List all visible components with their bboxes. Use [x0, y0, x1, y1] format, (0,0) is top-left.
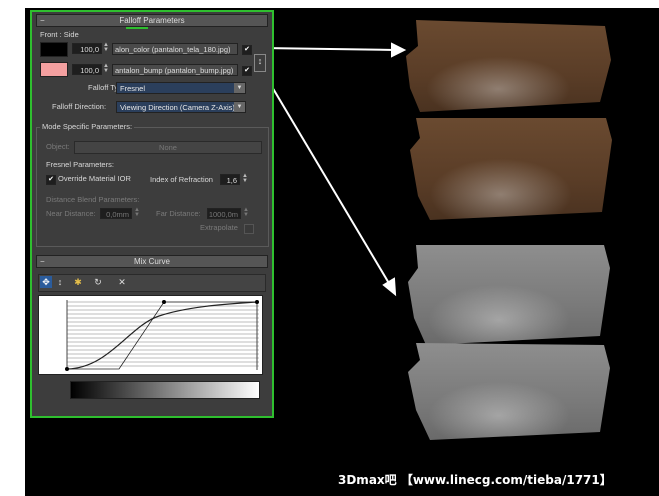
extrapolate-checkbox[interactable] — [244, 224, 254, 234]
scale-point-icon[interactable]: ↕ — [54, 276, 66, 288]
object-pick-button[interactable]: None — [74, 141, 262, 154]
spinner-arrows[interactable]: ▲ ▼ — [103, 42, 109, 54]
spinner-arrows[interactable]: ▲ ▼ — [242, 173, 248, 185]
mix-curve-handles — [67, 301, 257, 370]
front-amount-spinner[interactable]: 100,0 — [72, 43, 102, 54]
mix-curve-line — [66, 301, 258, 370]
override-ior-label: Override Material IOR — [58, 174, 131, 183]
distance-blend-label: Distance Blend Parameters: — [46, 195, 140, 204]
mix-curve-gradient-bar — [70, 381, 260, 399]
rollout-highlight — [126, 27, 148, 29]
watermark-text: 3Dmax吧 【www.linecg.com/tieba/1771】 — [338, 473, 612, 487]
falloff-direction-label: Falloff Direction: — [52, 102, 107, 111]
reset-curve-icon[interactable]: ↻ — [92, 276, 104, 288]
extrapolate-label: Extrapolate — [200, 223, 238, 232]
side-map-button[interactable]: antalon_bump (pantalon_bump.jpg) — [112, 64, 238, 76]
move-point-icon[interactable]: ✥ — [40, 276, 52, 288]
spinner-arrows[interactable]: ▲ ▼ — [134, 207, 140, 219]
mix-curve-graph[interactable] — [38, 295, 263, 375]
mode-specific-label: Mode Specific Parameters: — [40, 122, 135, 132]
side-color-swatch[interactable] — [40, 62, 68, 77]
arrow-to-bump-texture — [261, 69, 397, 297]
falloff-type-value: Fresnel — [120, 84, 146, 93]
rollout-toggle[interactable]: − — [40, 15, 45, 26]
object-label: Object: — [46, 142, 70, 151]
spinner-arrows[interactable]: ▲ ▼ — [103, 63, 109, 75]
rollout-title: Falloff Parameters — [119, 16, 185, 25]
ior-spinner[interactable]: 1,6 — [220, 174, 240, 185]
chevron-down-icon: ▼ — [234, 83, 245, 93]
spinner-arrows[interactable]: ▲ ▼ — [243, 207, 249, 219]
front-map-button[interactable]: alon_color (pantalon_tela_180.jpg) — [112, 43, 238, 55]
fresnel-parameters-label: Fresnel Parameters: — [46, 160, 114, 169]
override-ior-checkbox[interactable]: ✔ — [46, 175, 56, 185]
add-point-icon[interactable]: ✱ — [72, 276, 84, 288]
far-distance-spinner[interactable]: 1000,0m — [207, 208, 241, 219]
near-distance-label: Near Distance: — [46, 209, 96, 218]
mix-curve-rollout[interactable]: − Mix Curve — [36, 255, 268, 268]
rollout-toggle[interactable]: − — [40, 256, 45, 267]
front-side-label: Front : Side — [40, 30, 79, 39]
front-map-checkbox[interactable]: ✔ — [242, 45, 252, 55]
near-distance-spinner[interactable]: 0,0mm — [100, 208, 132, 219]
arrow-to-color-texture — [261, 42, 407, 58]
far-distance-label: Far Distance: — [156, 209, 201, 218]
falloff-direction-value: Viewing Direction (Camera Z-Axis) — [120, 103, 235, 112]
side-amount-spinner[interactable]: 100,0 — [72, 64, 102, 75]
side-map-checkbox[interactable]: ✔ — [242, 66, 252, 76]
mix-curve-svg[interactable] — [39, 296, 262, 374]
delete-point-icon[interactable]: ✕ — [116, 276, 128, 288]
falloff-parameters-rollout[interactable]: − Falloff Parameters — [36, 14, 268, 27]
ior-label: Index of Refraction — [150, 175, 213, 184]
chevron-down-icon: ▼ — [234, 102, 245, 112]
swap-colors-icon[interactable]: ↕ — [254, 54, 266, 72]
rollout-title: Mix Curve — [133, 257, 170, 266]
falloff-type-dropdown[interactable]: Fresnel ▼ — [116, 82, 246, 94]
front-color-swatch[interactable] — [40, 42, 68, 57]
falloff-direction-dropdown[interactable]: Viewing Direction (Camera Z-Axis) ▼ — [116, 101, 246, 113]
